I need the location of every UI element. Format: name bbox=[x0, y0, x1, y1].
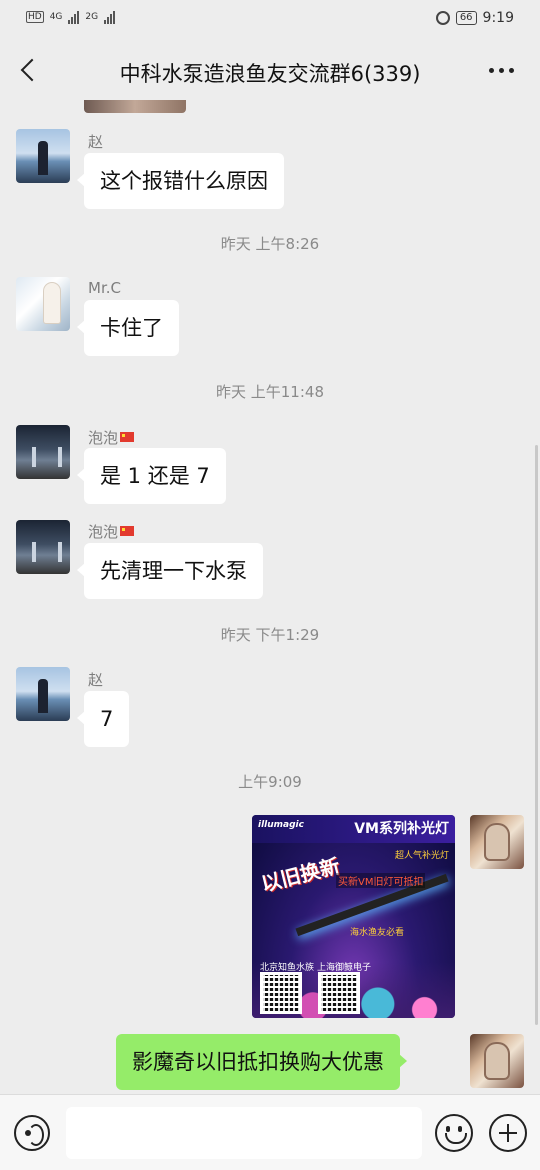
previous-image-message[interactable] bbox=[84, 100, 186, 113]
more-dot bbox=[498, 67, 504, 73]
message-bubble[interactable]: 先清理一下水泵 bbox=[77, 543, 263, 599]
message-bubble[interactable]: 7 bbox=[76, 691, 130, 747]
promo-image-message[interactable]: illumagic VM系列补光灯 超人气补光灯 以旧换新 买新VM旧灯可抵扣 … bbox=[252, 815, 455, 1018]
signal-icon bbox=[104, 10, 116, 24]
battery-indicator: 66 bbox=[455, 11, 477, 25]
timestamp: 昨天 上午11:48 bbox=[216, 383, 324, 401]
timestamp: 上午9:09 bbox=[238, 773, 302, 791]
alarm-icon bbox=[435, 11, 450, 25]
promo-title: VM系列补光灯 bbox=[354, 821, 449, 837]
chat-title: 中科水泵造浪鱼友交流群6(339) bbox=[119, 62, 421, 86]
my-avatar[interactable] bbox=[470, 815, 524, 869]
timestamp: 昨天 上午8:26 bbox=[220, 235, 320, 253]
status-bar: HD 4G 2G 66 9:19 bbox=[0, 0, 540, 40]
sender-name-text: 泡泡 bbox=[88, 523, 119, 541]
status-right: 66 9:19 bbox=[435, 10, 514, 26]
promo-swap: 以旧换新 bbox=[258, 853, 343, 897]
flag-icon bbox=[120, 432, 135, 442]
avatar[interactable] bbox=[16, 129, 70, 183]
avatar[interactable] bbox=[16, 277, 70, 331]
more-button[interactable] bbox=[484, 58, 518, 82]
sender-name: 赵 bbox=[88, 671, 104, 689]
sender-name: 泡泡 bbox=[88, 521, 135, 542]
promo-header: illumagic VM系列补光灯 bbox=[252, 815, 455, 843]
network-type-1: 4G bbox=[49, 12, 63, 22]
signal-icon bbox=[68, 10, 80, 24]
clock: 9:19 bbox=[482, 10, 514, 26]
input-bar bbox=[0, 1094, 540, 1170]
timestamp: 昨天 下午1:29 bbox=[220, 626, 320, 644]
my-message-bubble[interactable]: 影魔奇以旧抵扣换购大优惠 bbox=[116, 1034, 407, 1090]
scrollbar[interactable] bbox=[535, 445, 538, 1025]
hd-indicator: HD bbox=[26, 11, 44, 23]
status-left: HD 4G 2G bbox=[26, 10, 116, 24]
my-avatar[interactable] bbox=[470, 1034, 524, 1088]
avatar[interactable] bbox=[16, 520, 70, 574]
promo-ocean: 海水渔友必看 bbox=[350, 928, 405, 938]
avatar[interactable] bbox=[16, 667, 70, 721]
sender-name: 泡泡 bbox=[88, 427, 135, 448]
message-bubble[interactable]: 这个报错什么原因 bbox=[77, 153, 284, 209]
network-type-2: 2G bbox=[85, 12, 99, 22]
message-input[interactable] bbox=[66, 1107, 422, 1159]
more-dot bbox=[508, 67, 514, 73]
message-bubble[interactable]: 卡住了 bbox=[77, 300, 179, 356]
voice-button[interactable] bbox=[14, 1115, 50, 1151]
chat-header: 中科水泵造浪鱼友交流群6(339) bbox=[0, 40, 540, 100]
flag-icon bbox=[120, 526, 135, 536]
message-bubble[interactable]: 是 1 还是 7 bbox=[77, 448, 226, 504]
qr-code bbox=[318, 972, 360, 1014]
more-dots-icon bbox=[488, 67, 494, 73]
sender-name: 赵 bbox=[88, 133, 104, 151]
qr-code bbox=[260, 972, 302, 1014]
sender-name: Mr.C bbox=[88, 279, 121, 297]
emoji-button[interactable] bbox=[435, 1114, 473, 1152]
promo-brand: illumagic bbox=[258, 820, 304, 830]
promo-deal: 买新VM旧灯可抵扣 bbox=[336, 873, 426, 888]
more-functions-button[interactable] bbox=[489, 1114, 527, 1152]
avatar[interactable] bbox=[16, 425, 70, 479]
message-list[interactable]: 赵 这个报错什么原因 昨天 上午8:26 Mr.C 卡住了 昨天 上午11:48… bbox=[0, 100, 540, 1094]
promo-subtitle: 超人气补光灯 bbox=[394, 851, 449, 861]
sender-name-text: 泡泡 bbox=[88, 429, 119, 447]
